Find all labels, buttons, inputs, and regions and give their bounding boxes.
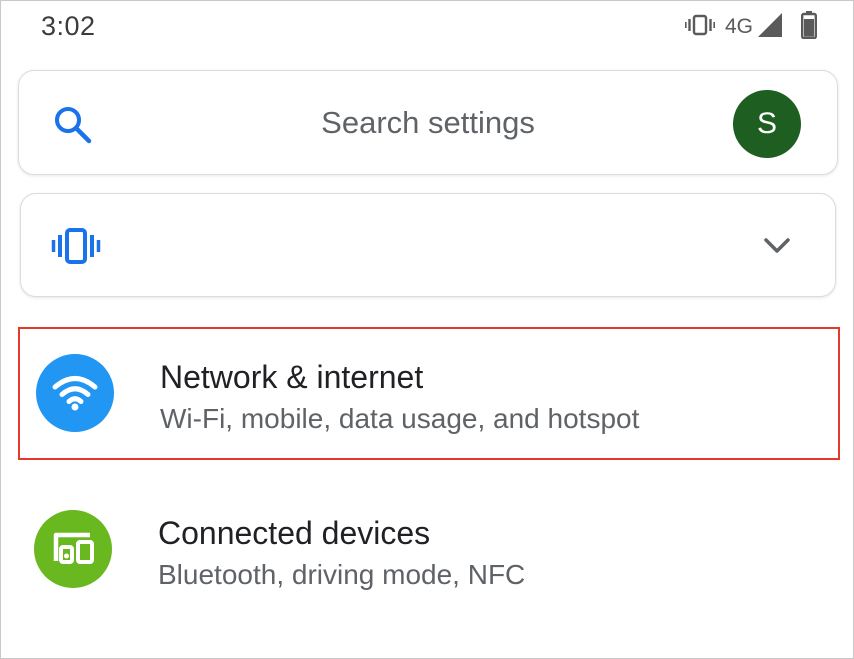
setting-connected-devices[interactable]: Connected devices Bluetooth, driving mod… (18, 485, 840, 618)
signal-icon (757, 12, 783, 43)
connected-devices-icon (34, 510, 112, 588)
vibrate-icon[interactable] (51, 227, 101, 270)
status-icons: 4G (684, 10, 818, 44)
setting-network-internet[interactable]: Network & internet Wi-Fi, mobile, data u… (18, 327, 840, 460)
search-bar[interactable]: Search settings S (18, 70, 838, 175)
status-time: 3:02 (41, 11, 96, 41)
phone-screen: 3:02 4G Search settings S Network & inte… (0, 0, 854, 659)
vibrate-icon (684, 14, 715, 41)
setting-title: Connected devices (158, 515, 431, 551)
setting-subtitle: Wi-Fi, mobile, data usage, and hotspot (160, 403, 640, 434)
setting-title: Network & internet (160, 359, 424, 395)
battery-icon (801, 10, 818, 44)
setting-subtitle: Bluetooth, driving mode, NFC (158, 559, 526, 590)
avatar[interactable]: S (733, 90, 801, 158)
sound-mode-card[interactable] (20, 193, 836, 297)
search-input[interactable]: Search settings (19, 105, 837, 141)
network-type-label: 4G (724, 15, 753, 38)
wifi-icon (36, 354, 114, 432)
chevron-down-icon[interactable] (763, 237, 791, 260)
